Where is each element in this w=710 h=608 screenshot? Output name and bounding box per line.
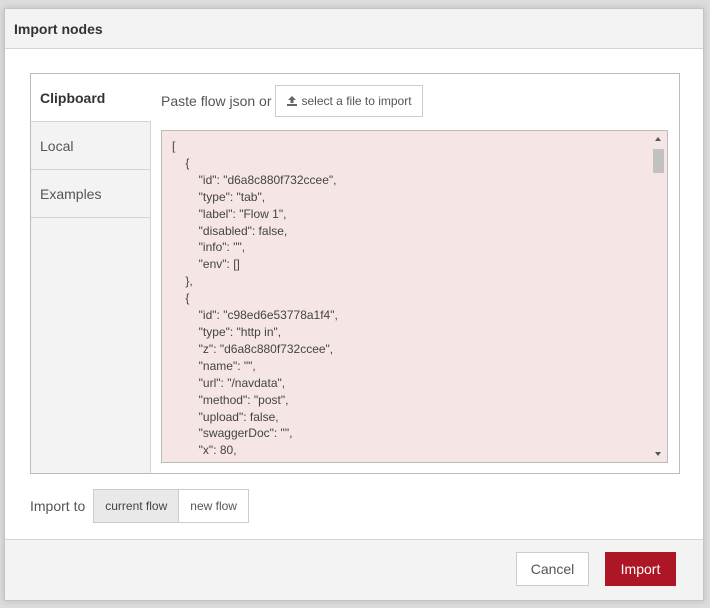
editor-scrollbar[interactable] (650, 131, 667, 462)
paste-label: Paste flow json or (161, 93, 272, 109)
scroll-down-icon[interactable] (655, 452, 661, 456)
import-to-row: Import to current flow new flow (30, 489, 249, 523)
upload-icon (286, 96, 297, 106)
import-to-label: Import to (30, 498, 86, 514)
cancel-button[interactable]: Cancel (516, 552, 589, 586)
import-nodes-dialog: Import nodes Clipboard Local Examples Pa… (4, 8, 704, 601)
paste-row: Paste flow json or select a file to impo… (161, 84, 423, 118)
dialog-title: Import nodes (5, 9, 703, 49)
select-file-button[interactable]: select a file to import (274, 85, 423, 117)
sidebar-item-local[interactable]: Local (31, 122, 150, 170)
clipboard-panel: Paste flow json or select a file to impo… (161, 74, 679, 473)
sidebar-item-examples[interactable]: Examples (31, 170, 150, 218)
select-file-label: select a file to import (301, 94, 412, 108)
dialog-footer: Cancel Import (5, 539, 703, 600)
current-flow-button[interactable]: current flow (93, 489, 180, 523)
scroll-thumb[interactable] (653, 149, 664, 173)
import-tray: Clipboard Local Examples Paste flow json… (30, 73, 680, 474)
json-editor[interactable]: [ { "id": "d6a8c880f732ccee", "type": "t… (161, 130, 668, 463)
import-button[interactable]: Import (605, 552, 676, 586)
scroll-up-icon[interactable] (655, 137, 661, 141)
json-text[interactable]: [ { "id": "d6a8c880f732ccee", "type": "t… (162, 131, 667, 462)
import-source-sidebar: Clipboard Local Examples (31, 74, 151, 473)
import-target-toggle: current flow new flow (93, 489, 249, 523)
new-flow-button[interactable]: new flow (179, 489, 249, 523)
sidebar-item-clipboard[interactable]: Clipboard (31, 74, 151, 122)
